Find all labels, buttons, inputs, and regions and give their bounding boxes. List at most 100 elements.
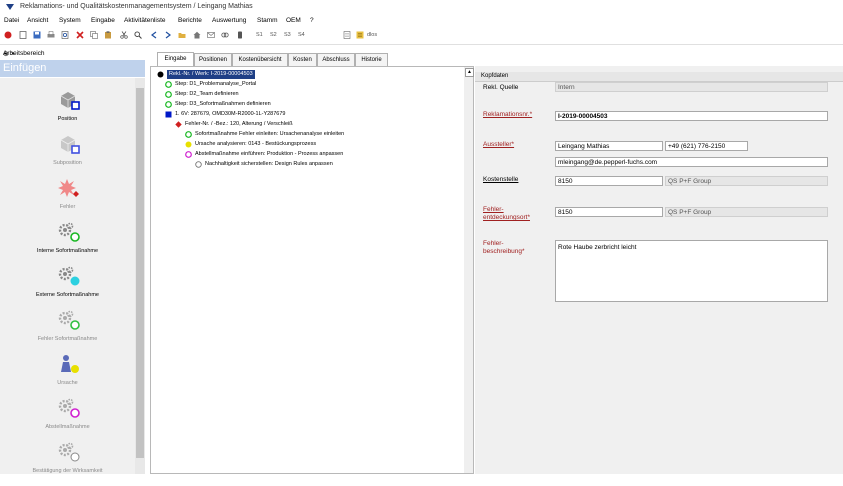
phone-icon[interactable] [236,31,244,39]
insert-interne-sofortmassnahme-label: Interne Sofortmaßnahme [36,248,99,254]
insert-item-list: Position Subposition Fehler Interne Sofo… [0,78,135,474]
tab-abschluss[interactable]: Abschluss [317,53,355,66]
tree-node-label: Step: D3_Sofortmaßnahmen definieren [175,101,271,107]
insert-ursache-label: Ursache [57,380,78,386]
s3-button[interactable]: S3 [284,32,291,38]
reklamationsnr-field[interactable]: I-2019-00004503 [555,111,828,121]
aussteller-phone-field[interactable]: +49 (621) 776-2150 [665,141,748,151]
fehler-burst-icon [58,179,79,197]
preview-icon[interactable] [61,31,69,39]
insert-panel-title: Einfügen [0,60,145,77]
green-circle-icon [165,81,172,88]
notes-icon[interactable] [356,31,364,39]
kostenstelle-field[interactable]: 8150 [555,176,663,186]
tree-node-label: Nachhaltigkeit sicherstellen: Design Rul… [205,161,333,167]
tab-positionen[interactable]: Positionen [194,53,232,66]
document-icon[interactable] [343,31,351,39]
menu-aktivitaetenliste[interactable]: Aktivitätenliste [124,17,166,24]
s1-button[interactable]: S1 [256,32,263,38]
magenta-circle-icon [185,151,192,158]
menu-stamm[interactable]: Stamm [257,17,278,24]
toolbar: S1 S2 S3 S4 dlos [0,27,843,45]
insert-fehler-sofortmassnahme-label: Fehler Sofortmaßnahme [37,336,98,342]
insert-subposition-label: Subposition [53,160,82,166]
tree-node-label: Step: D1_Problemanalyse_Portal [175,81,257,87]
menu-oem[interactable]: OEM [286,17,301,24]
menu-eingabe[interactable]: Eingabe [91,17,115,24]
forward-icon[interactable] [164,31,172,39]
title-bar: Reklamations- und Qualitätskostenmanagem… [0,0,843,14]
delete-icon[interactable] [76,31,84,39]
menu-ansicht[interactable]: Ansicht [27,17,48,24]
insert-fehler-button[interactable]: Fehler [0,178,135,222]
gears-green-icon [58,222,80,242]
copy-icon[interactable] [90,31,98,39]
insert-externe-sofortmassnahme-button[interactable]: Externe Sofortmaßnahme [0,266,135,310]
workspace-panel: Arbeitsbereich ⊕ × Einfügen Position Sub… [0,48,145,474]
tree-node-label: Ursache analysieren: 0143 - Bestückungsp… [195,141,317,147]
form-section-header: Kopfdaten [475,72,843,82]
panel-pin-close-icon[interactable]: ⊕ × [3,50,141,58]
folder-icon[interactable] [178,31,186,39]
workspace-scrollbar-thumb[interactable] [136,88,144,458]
tab-historie[interactable]: Historie [355,53,388,66]
insert-abstellmassnahme-label: Abstellmaßnahme [45,424,90,430]
aussteller-name-field[interactable]: Leingang Mathias [555,141,663,151]
menu-datei[interactable]: Datei [4,17,19,24]
person-yellow-icon [61,355,79,373]
tab-kostenuebersicht[interactable]: Kostenübersicht [232,53,288,66]
insert-position-label: Position [57,116,78,122]
menu-berichte[interactable]: Berichte [178,17,202,24]
s2-button[interactable]: S2 [270,32,277,38]
fehlerbeschreibung-textarea[interactable]: Rote Haube zerbricht leicht [555,240,828,302]
home-icon[interactable] [193,31,201,39]
insert-position-button[interactable]: Position [0,90,135,134]
subposition-cube-icon [60,136,80,154]
insert-bestaetigung-wirksamkeit-label: Bestätigung der Wirksamkeit [32,468,103,474]
tree-scrollbar[interactable]: ▲ [464,67,474,473]
window-title: Reklamations- und Qualitätskostenmanagem… [20,3,253,10]
menu-help[interactable]: ? [310,17,314,24]
position-cube-icon [60,92,80,110]
menu-system[interactable]: System [59,17,81,24]
aussteller-label[interactable]: Aussteller* [483,141,514,148]
tree-node-label: Step: D2_Team definieren [175,91,239,97]
insert-subposition-button[interactable]: Subposition [0,134,135,178]
link-icon[interactable] [221,31,229,39]
reklamationsnr-label[interactable]: Reklamationsnr.* [483,111,532,118]
s4-button[interactable]: S4 [298,32,305,38]
workspace-scrollbar[interactable] [135,78,145,474]
gears-cyan-icon [58,266,80,286]
dlos-button[interactable]: dlos [367,32,377,38]
scroll-up-icon[interactable]: ▲ [465,68,474,77]
tab-strip: Eingabe Positionen Kostenübersicht Koste… [150,52,843,67]
insert-fehler-sofortmassnahme-button[interactable]: Fehler Sofortmaßnahme [0,310,135,354]
mail-icon[interactable] [207,31,215,39]
print-icon[interactable] [47,31,55,39]
aussteller-email-field[interactable]: mleingang@de.pepperl-fuchs.com [555,157,828,167]
tab-eingabe[interactable]: Eingabe [157,52,194,67]
gears-magenta-icon [58,398,80,418]
insert-interne-sofortmassnahme-button[interactable]: Interne Sofortmaßnahme [0,222,135,266]
kostenstelle-label[interactable]: Kostenstelle [483,176,518,183]
menu-auswertung[interactable]: Auswertung [212,17,246,24]
fehlerentdeckungsort-field[interactable]: 8150 [555,207,663,217]
insert-ursache-button[interactable]: Ursache [0,354,135,398]
insert-abstellmassnahme-button[interactable]: Abstellmaßnahme [0,398,135,442]
save-icon[interactable] [33,31,41,39]
fehlerentdeckungsort-label[interactable]: Fehler-entdeckungsort* [483,206,543,222]
search-icon[interactable] [134,31,142,39]
rekl-quelle-field[interactable]: Intern [555,82,828,92]
green-circle-icon [165,91,172,98]
paste-icon[interactable] [104,31,112,39]
tree-node-label: 1. 6V: 287679, OMD30M-R2000-1L-Y287679 [175,111,286,117]
back-icon[interactable] [150,31,158,39]
black-circle-icon [157,71,164,78]
cut-icon[interactable] [120,31,128,39]
new-icon[interactable] [19,31,27,39]
tab-kosten[interactable]: Kosten [288,53,317,66]
stop-icon[interactable] [4,31,12,39]
insert-externe-sofortmassnahme-label: Externe Sofortmaßnahme [36,292,99,298]
insert-bestaetigung-wirksamkeit-button[interactable]: Bestätigung der Wirksamkeit [0,442,135,486]
app-logo-icon [6,4,14,10]
